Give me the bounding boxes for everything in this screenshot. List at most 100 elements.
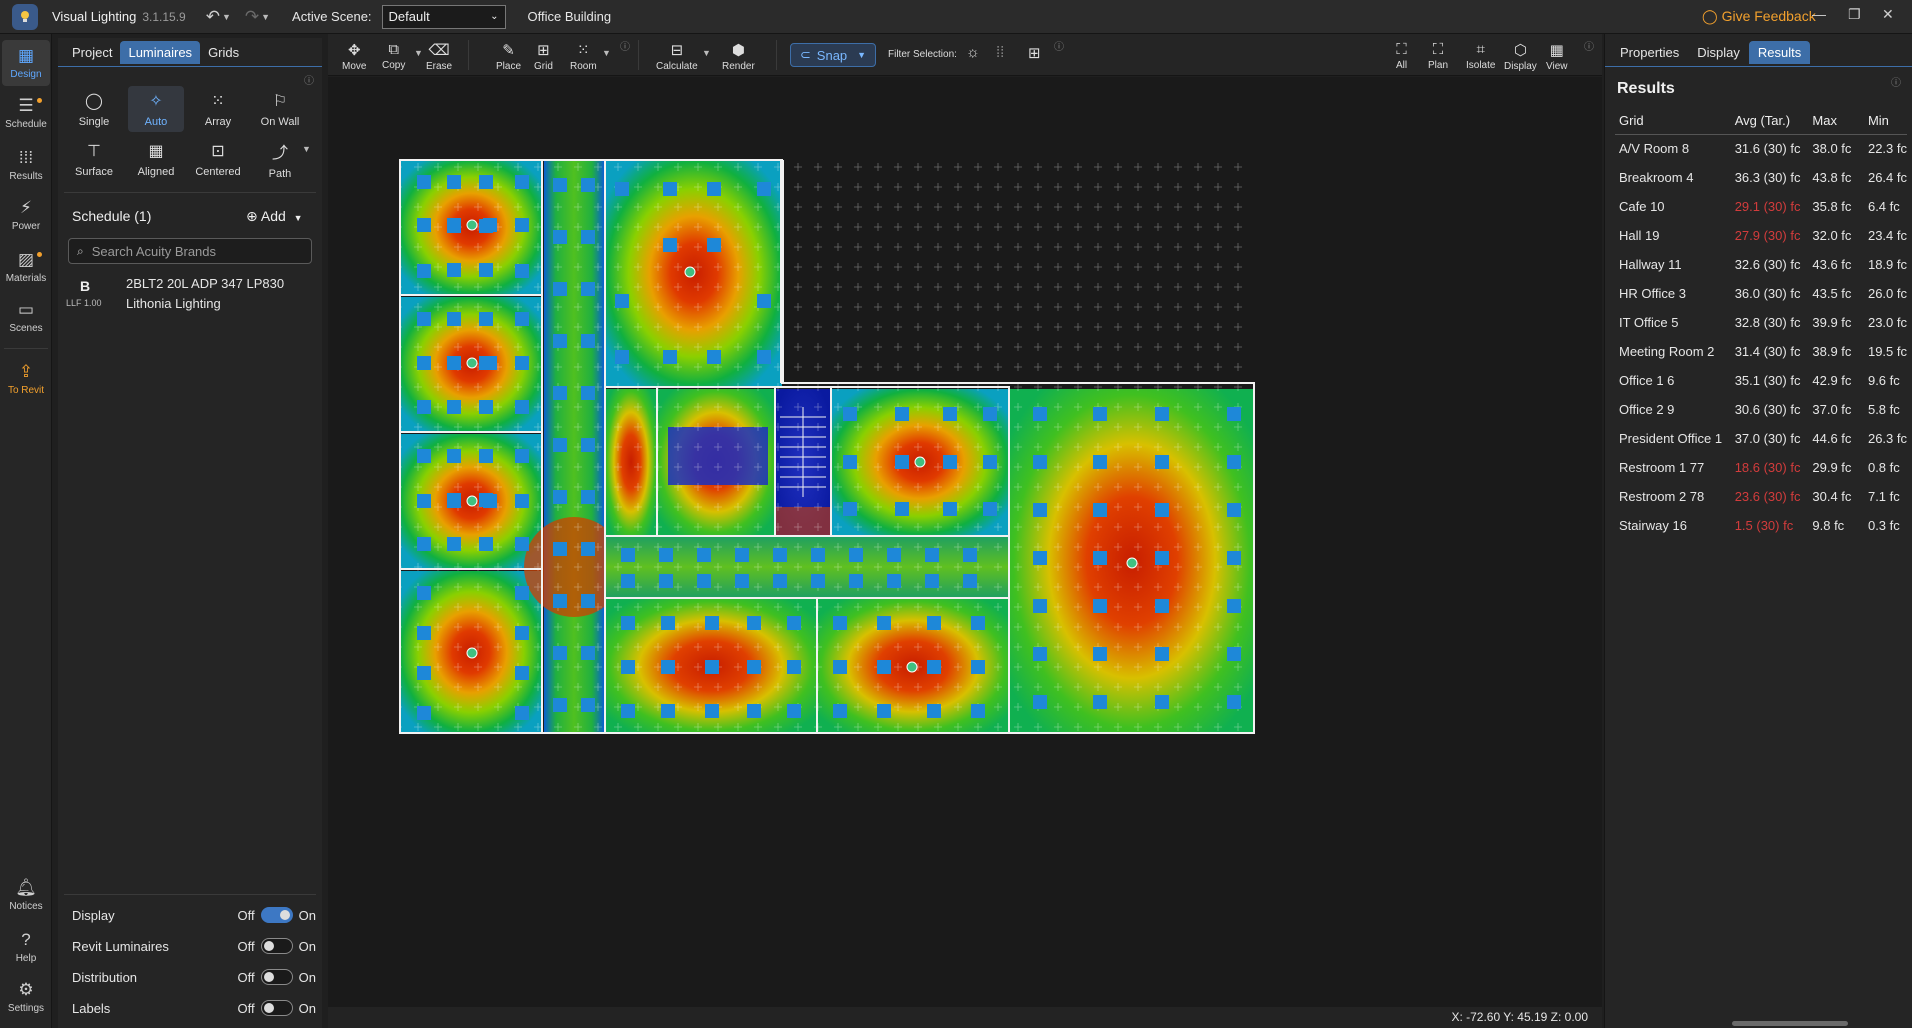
luminaire-fixture[interactable] [615,294,629,308]
luminaire-fixture[interactable] [843,502,857,516]
luminaire-fixture[interactable] [1155,647,1169,661]
calc-point-marker[interactable] [914,456,926,468]
rail-scenes[interactable]: ▭ Scenes [2,294,50,340]
tab-project[interactable]: Project [64,41,120,64]
luminaire-fixture[interactable] [811,574,825,588]
rail-to-revit[interactable]: ⇪ To Revit [2,356,50,402]
plan-viewport[interactable] [328,77,1602,1007]
luminaire-fixture[interactable] [479,537,493,551]
luminaire-fixture[interactable] [963,548,977,562]
luminaire-fixture[interactable] [1227,647,1241,661]
table-row[interactable]: Office 2 9 30.6 (30) fc 37.0 fc 5.8 fc [1615,395,1907,424]
tab-grids[interactable]: Grids [200,41,247,64]
luminaire-fixture[interactable] [887,574,901,588]
luminaire-fixture[interactable] [581,594,595,608]
luminaire-fixture[interactable] [1093,647,1107,661]
rail-power[interactable]: ⚡ Power [2,192,50,238]
move-button[interactable]: ✥ Move [342,38,366,74]
luminaire-fixture[interactable] [659,548,673,562]
luminaire-fixture[interactable] [515,706,529,720]
rail-results[interactable]: ⁞⁞⁞ Results [2,142,50,188]
luminaire-fixture[interactable] [417,356,431,370]
copy-button[interactable]: ⧉ Copy [382,38,405,74]
luminaire-fixture[interactable] [581,178,595,192]
restore-icon[interactable]: ❐ [1848,6,1861,23]
calc-point-marker[interactable] [466,357,478,369]
luminaire-fixture[interactable] [1155,503,1169,517]
luminaire-fixture[interactable] [515,264,529,278]
table-row[interactable]: Hall 19 27.9 (30) fc 32.0 fc 23.4 fc [1615,221,1907,250]
luminaire-fixture[interactable] [787,660,801,674]
luminaire-fixture[interactable] [927,660,941,674]
luminaire-fixture[interactable] [877,616,891,630]
luminaire-fixture[interactable] [1227,695,1241,709]
calc-point-marker[interactable] [906,661,918,673]
luminaire-fixture[interactable] [1033,647,1047,661]
render-button[interactable]: ⬢ Render [722,38,755,74]
luminaire-fixture[interactable] [971,660,985,674]
luminaire-fixture[interactable] [1033,599,1047,613]
luminaire-fixture[interactable] [983,502,997,516]
path-dropdown-icon[interactable]: ▼ [302,144,311,154]
luminaire-fixture[interactable] [515,537,529,551]
luminaire-fixture[interactable] [833,660,847,674]
calc-point-marker[interactable] [684,266,696,278]
luminaire-fixture[interactable] [705,704,719,718]
luminaire-fixture[interactable] [515,356,529,370]
luminaire-fixture[interactable] [417,706,431,720]
luminaire-fixture[interactable] [621,616,635,630]
rail-schedule[interactable]: ☰ Schedule [2,90,50,136]
luminaire-fixture[interactable] [479,449,493,463]
luminaire-fixture[interactable] [747,660,761,674]
info-icon[interactable]: ⓘ [304,72,314,87]
table-row[interactable]: Hallway 11 32.6 (30) fc 43.6 fc 18.9 fc [1615,250,1907,279]
luminaire-fixture[interactable] [1033,551,1047,565]
floor-plan-heatmap[interactable] [328,77,1602,1007]
luminaire-fixture[interactable] [697,574,711,588]
luminaire-fixture[interactable] [661,704,675,718]
column-header[interactable]: Max [1808,108,1864,135]
luminaire-fixture[interactable] [417,175,431,189]
luminaire-fixture[interactable] [661,660,675,674]
luminaire-fixture[interactable] [553,438,567,452]
luminaire-fixture[interactable] [943,502,957,516]
luminaire-fixture[interactable] [1093,599,1107,613]
luminaire-fixture[interactable] [447,312,461,326]
luminaire-fixture[interactable] [877,704,891,718]
search-input[interactable] [91,243,292,259]
luminaire-fixture[interactable] [447,356,461,370]
calculate-dropdown-icon[interactable]: ▼ [702,48,711,58]
calc-point-marker[interactable] [466,647,478,659]
luminaire-fixture[interactable] [833,704,847,718]
luminaire-fixture[interactable] [895,407,909,421]
luminaire-fixture[interactable] [417,264,431,278]
luminaire-fixture[interactable] [757,294,771,308]
luminaire-fixture[interactable] [1227,503,1241,517]
undo-dropdown-icon[interactable]: ▼ [222,12,231,22]
luminaire-fixture[interactable] [1155,455,1169,469]
luminaire-fixture[interactable] [553,282,567,296]
luminaire-fixture[interactable] [417,666,431,680]
undo-icon[interactable]: ↶ [206,7,220,27]
rail-materials[interactable]: ▨ Materials [2,244,50,290]
luminaire-fixture[interactable] [927,704,941,718]
luminaire-fixture[interactable] [925,574,939,588]
filter-luminaire-icon[interactable]: ☼ [966,44,980,61]
luminaire-fixture[interactable] [447,263,461,277]
luminaire-fixture[interactable] [971,616,985,630]
luminaire-fixture[interactable] [757,182,771,196]
luminaire-fixture[interactable] [943,407,957,421]
luminaire-fixture[interactable] [581,490,595,504]
luminaire-fixture[interactable] [1227,599,1241,613]
room-dropdown-icon[interactable]: ▼ [602,48,611,58]
luminaire-fixture[interactable] [621,574,635,588]
table-row[interactable]: Office 1 6 35.1 (30) fc 42.9 fc 9.6 fc [1615,366,1907,395]
isolate-button[interactable]: ⌗ Isolate [1466,38,1495,74]
luminaire-fixture[interactable] [615,182,629,196]
luminaire-fixture[interactable] [515,626,529,640]
tab-display[interactable]: Display [1688,41,1749,64]
luminaire-fixture[interactable] [417,537,431,551]
luminaire-fixture[interactable] [553,386,567,400]
table-row[interactable]: IT Office 5 32.8 (30) fc 39.9 fc 23.0 fc [1615,308,1907,337]
luminaire-fixture[interactable] [705,616,719,630]
